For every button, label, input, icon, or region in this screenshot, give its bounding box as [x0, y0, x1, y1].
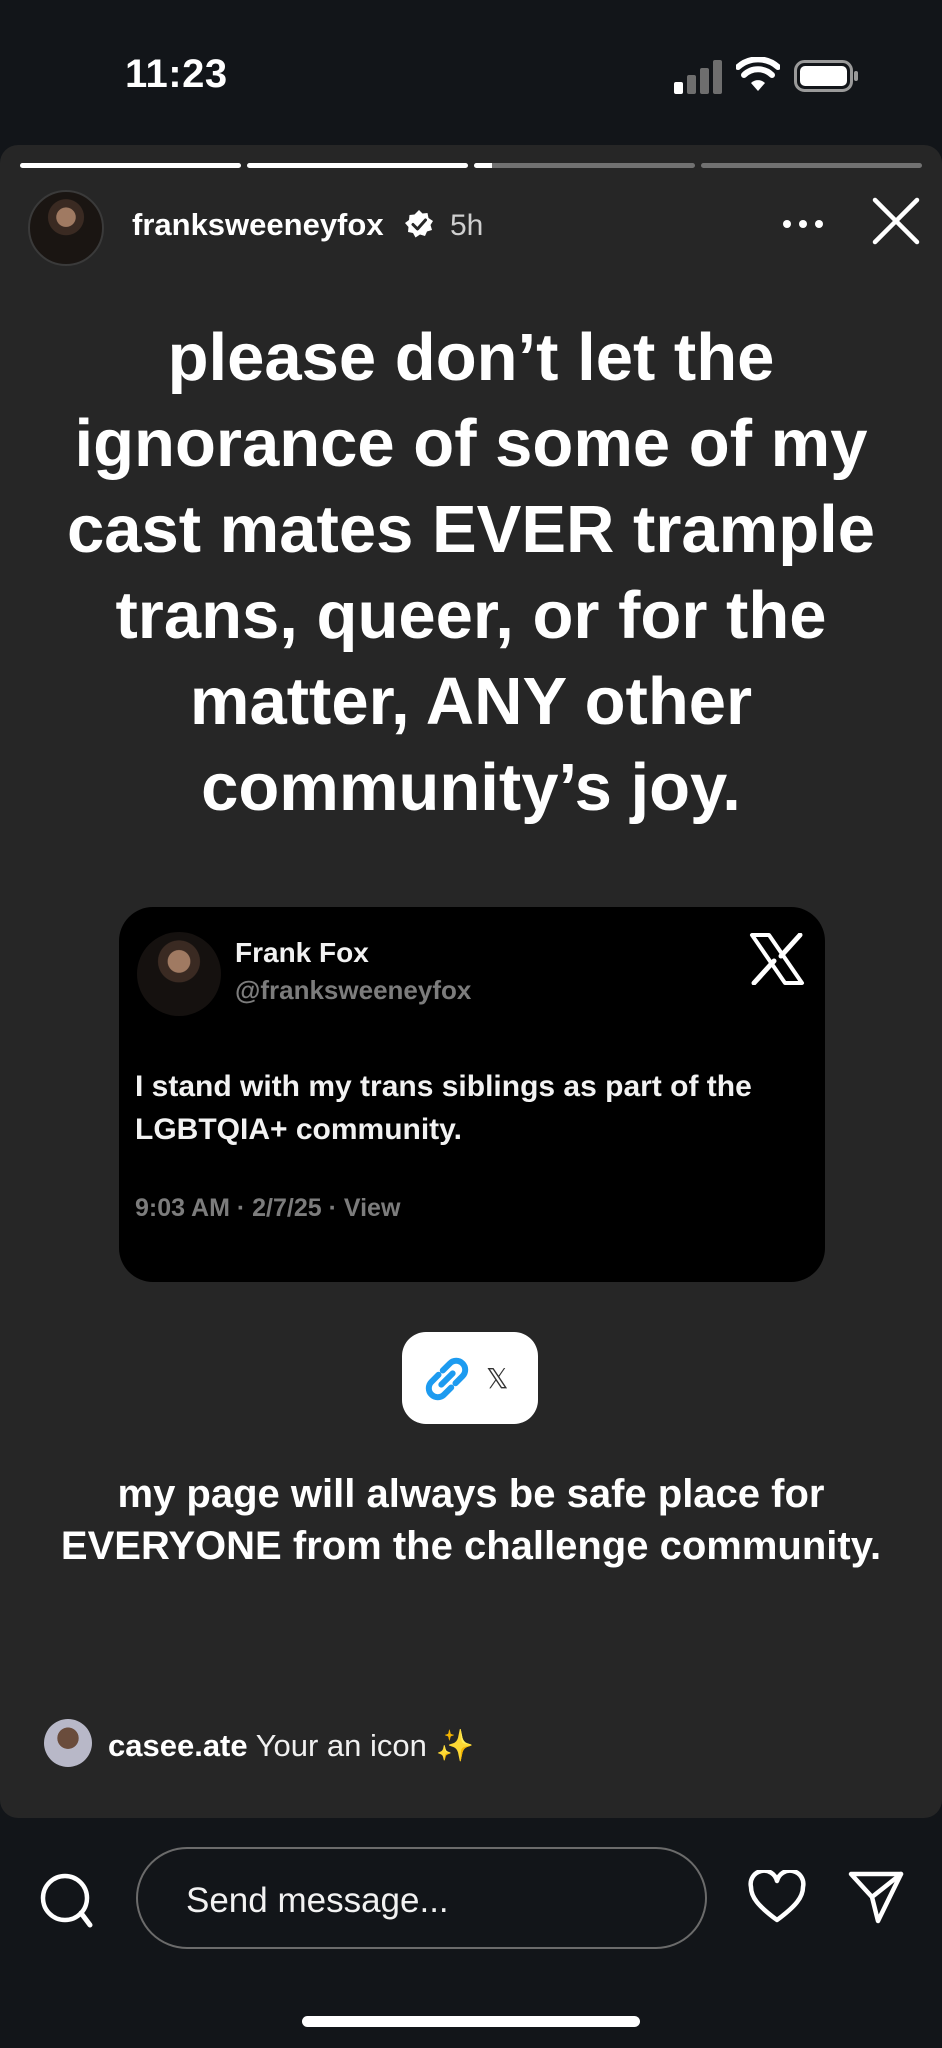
- search-icon[interactable]: [38, 1872, 94, 1928]
- verified-icon: [405, 210, 433, 238]
- story-time-ago: 5h: [450, 209, 484, 242]
- story-progress-bar: [20, 163, 922, 168]
- story-headline-text: please don’t let the ignorance of some o…: [66, 320, 876, 825]
- tweet-embed-card[interactable]: Frank Fox @franksweeneyfox I stand with …: [119, 907, 825, 1282]
- story-card[interactable]: franksweeneyfox 5h please don’t let the …: [0, 145, 942, 1818]
- progress-segment: [701, 163, 922, 168]
- author-avatar[interactable]: [28, 190, 104, 266]
- story-header: franksweeneyfox 5h: [28, 187, 928, 269]
- progress-segment: [247, 163, 468, 168]
- status-time: 11:23: [125, 52, 228, 96]
- signal-icon: [674, 60, 722, 94]
- tweet-author-avatar: [137, 932, 221, 1016]
- comment-body: Your an icon ✨: [255, 1728, 475, 1763]
- comment-line: casee.ate Your an icon ✨: [108, 1727, 474, 1764]
- close-icon[interactable]: [870, 195, 922, 247]
- home-indicator[interactable]: [302, 2016, 640, 2027]
- commenter-username[interactable]: casee.ate: [108, 1728, 248, 1763]
- progress-segment: [474, 163, 695, 168]
- x-logo-icon: [750, 933, 804, 985]
- heart-icon[interactable]: [748, 1870, 806, 1924]
- commenter-avatar: [44, 1719, 92, 1767]
- tweet-author-name: Frank Fox: [235, 937, 369, 968]
- send-message-input[interactable]: Send message...: [136, 1847, 707, 1949]
- send-icon[interactable]: [848, 1870, 904, 1924]
- link-icon: [425, 1357, 469, 1401]
- story-viewer-screen: 11:23 franksweeneyfox 5h please don’t le…: [0, 0, 942, 2048]
- link-sticker-label: 𝕏: [486, 1362, 509, 1395]
- story-comment[interactable]: casee.ate Your an icon ✨: [44, 1717, 904, 1769]
- wifi-icon: [736, 57, 780, 91]
- status-bar: 11:23: [0, 0, 942, 145]
- more-icon[interactable]: [778, 209, 828, 239]
- author-username[interactable]: franksweeneyfox: [132, 207, 384, 243]
- battery-icon: [794, 60, 858, 92]
- story-caption-text: my page will always be safe place for EV…: [60, 1472, 882, 1568]
- tweet-meta: 9:03 AM · 2/7/25 · View: [135, 1194, 401, 1222]
- link-sticker[interactable]: 𝕏: [402, 1332, 538, 1424]
- tweet-body-text: I stand with my trans siblings as part o…: [135, 1070, 752, 1146]
- tweet-author-handle: @franksweeneyfox: [235, 975, 472, 1005]
- progress-segment: [20, 163, 241, 168]
- send-message-placeholder: Send message...: [186, 1881, 449, 1920]
